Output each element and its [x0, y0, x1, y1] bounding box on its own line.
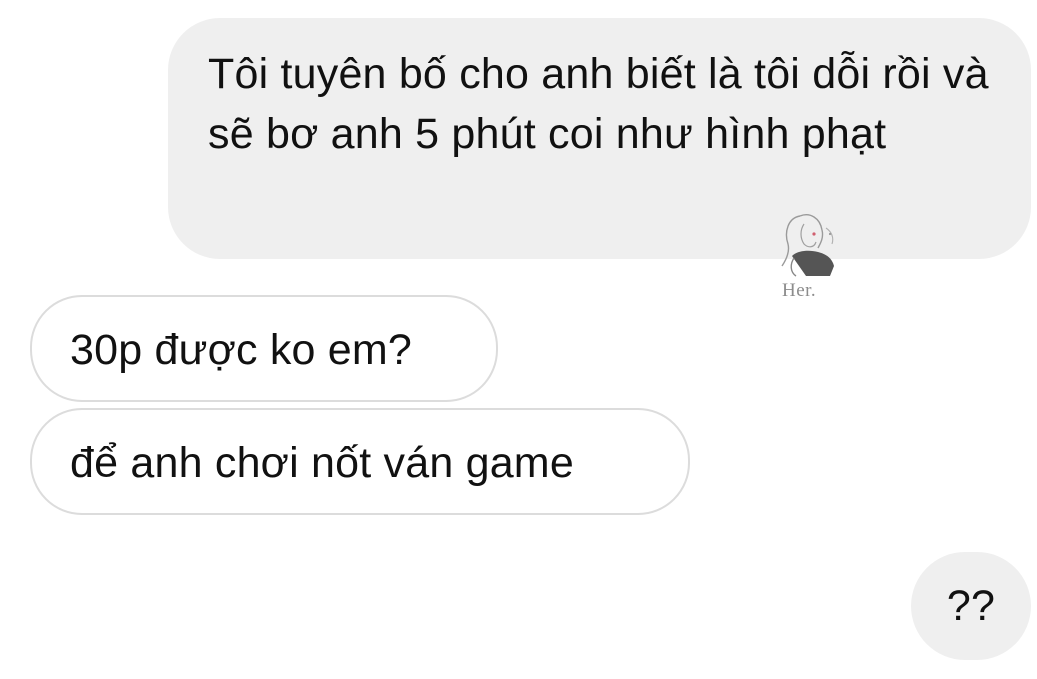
- message-bubble-incoming[interactable]: 30p được ko em?: [30, 295, 498, 402]
- watermark-logo: Her.: [770, 208, 846, 304]
- message-bubble-incoming[interactable]: để anh chơi nốt ván game: [30, 408, 690, 515]
- message-text: 30p được ko em?: [70, 326, 413, 374]
- watermark-text: Her.: [782, 280, 817, 301]
- chat-thread: Tôi tuyên bố cho anh biết là tôi dỗi rồi…: [0, 0, 1037, 679]
- message-text: Tôi tuyên bố cho anh biết là tôi dỗi rồi…: [208, 50, 989, 158]
- woman-portrait-icon: [781, 214, 834, 277]
- message-bubble-outgoing[interactable]: ??: [911, 552, 1031, 660]
- message-bubble-outgoing[interactable]: Tôi tuyên bố cho anh biết là tôi dỗi rồi…: [168, 18, 1031, 259]
- message-text: để anh chơi nốt ván game: [70, 439, 574, 487]
- message-text: ??: [946, 582, 996, 630]
